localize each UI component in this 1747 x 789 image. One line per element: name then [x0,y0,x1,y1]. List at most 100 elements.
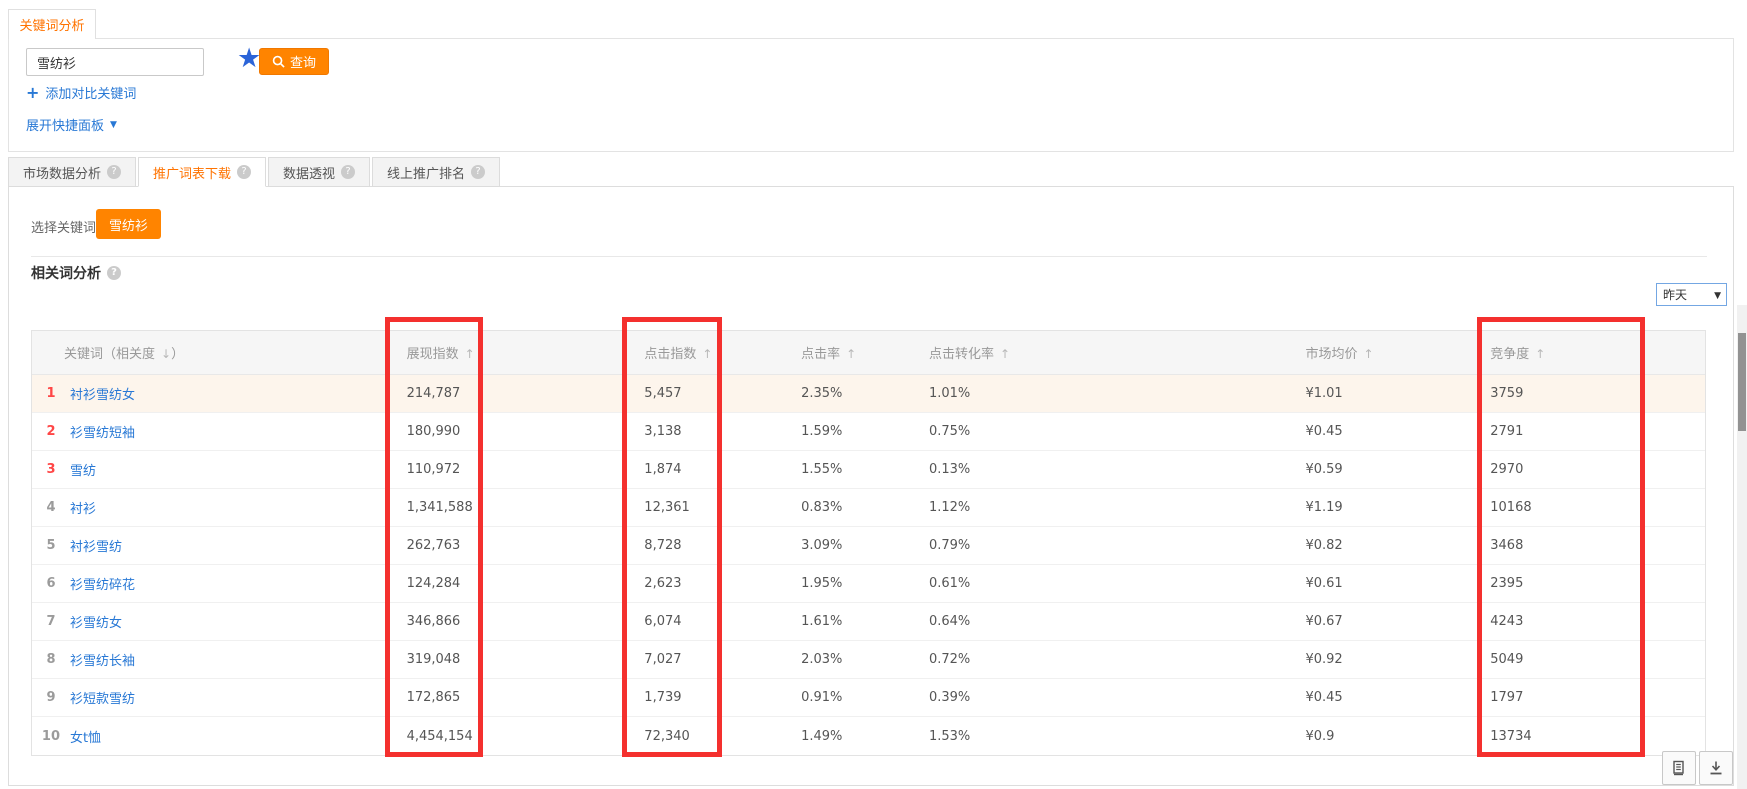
scrollbar-thumb[interactable] [1738,333,1746,431]
query-button-label: 查询 [290,52,316,71]
clicks-value: 6,074 [614,614,791,629]
download-button[interactable] [1699,751,1733,785]
clicks-value: 72,340 [614,729,791,744]
col-label: 点击转化率 [929,347,994,362]
cvr-value: 0.72% [918,652,1296,667]
keyword-col-suffix: ） [171,347,184,362]
keyword-col-label: 关键词（相关度 [64,347,155,362]
competition-value: 2970 [1480,462,1705,477]
keyword-link[interactable]: 衫雪纺碎花 [70,574,377,593]
ctr-value: 2.03% [791,652,918,667]
related-words-title-text: 相关词分析 [31,263,101,283]
favorite-star-icon[interactable]: ★ [237,43,261,75]
col-label: 点击指数 [644,347,696,362]
keyword-link[interactable]: 女t恤 [70,727,377,746]
keyword-input[interactable] [26,48,204,76]
search-panel: ★ 查询 + 添加对比关键词 展开快捷面板 ▼ [8,38,1734,152]
copy-table-button[interactable] [1662,751,1696,785]
clicks-value: 5,457 [614,386,791,401]
tab-promo-word-download[interactable]: 推广词表下载 ? [138,157,266,187]
add-compare-keyword-link[interactable]: + 添加对比关键词 [26,83,136,102]
clicks-value: 12,361 [614,500,791,515]
tab-keyword-analysis[interactable]: 关键词分析 [8,9,96,39]
table-row: 4 衬衫 1,341,588 12,361 0.83% 1.12% ¥1.19 … [32,489,1705,527]
keyword-link[interactable]: 衫短款雪纺 [70,688,377,707]
keyword-link[interactable]: 衬衫 [70,498,377,517]
keyword-link[interactable]: 雪纺 [70,460,377,479]
clicks-value: 7,027 [614,652,791,667]
sort-asc-icon: ↑ [702,347,712,361]
help-icon[interactable]: ? [341,165,355,179]
sort-desc-icon: ↓ [161,347,171,361]
col-label: 竞争度 [1490,347,1529,362]
promo-word-panel: 选择关键词： 雪纺衫 相关词分析 ? 昨天 ▼ 关键词（相关度↓） 展现指数↑ … [8,186,1734,786]
tab-label: 推广词表下载 [153,163,231,182]
search-icon [272,55,285,68]
selected-keyword-button[interactable]: 雪纺衫 [96,209,161,239]
keyword-link[interactable]: 衫雪纺长袖 [70,650,377,669]
price-value: ¥0.92 [1295,652,1480,667]
row-rank: 10 [32,729,70,744]
impression-value: 1,341,588 [377,500,615,515]
column-header-cvr[interactable]: 点击转化率↑ [918,343,1296,362]
price-value: ¥0.45 [1295,690,1480,705]
competition-value: 5049 [1480,652,1705,667]
clicks-value: 2,623 [614,576,791,591]
col-label: 展现指数 [407,347,459,362]
keyword-analysis-page: 关键词分析 ★ 查询 + 添加对比关键词 展开快捷面板 ▼ 市场数据分析 ? 推… [0,0,1747,789]
col-label: 市场均价 [1306,347,1358,362]
table-actions [1662,751,1733,785]
impression-value: 4,454,154 [377,729,615,744]
vertical-scrollbar[interactable] [1737,305,1747,789]
price-value: ¥1.01 [1295,386,1480,401]
keyword-link[interactable]: 衫雪纺短袖 [70,422,377,441]
competition-value: 4243 [1480,614,1705,629]
cvr-value: 1.12% [918,500,1296,515]
copy-icon [1671,760,1687,776]
tab-online-promo-rank[interactable]: 线上推广排名 ? [372,157,500,187]
col-label: 点击率 [801,347,840,362]
ctr-value: 2.35% [791,386,918,401]
tab-data-pivot[interactable]: 数据透视 ? [268,157,370,187]
price-value: ¥0.45 [1295,424,1480,439]
row-rank: 1 [32,386,70,401]
column-header-price[interactable]: 市场均价↑ [1296,343,1481,362]
clicks-value: 1,739 [614,690,791,705]
table-row: 1 衬衫雪纺女 214,787 5,457 2.35% 1.01% ¥1.01 … [32,375,1705,413]
impression-value: 346,866 [377,614,615,629]
ctr-value: 0.83% [791,500,918,515]
competition-value: 2791 [1480,424,1705,439]
tab-market-data[interactable]: 市场数据分析 ? [8,157,136,187]
sort-asc-icon: ↑ [465,347,475,361]
help-icon[interactable]: ? [107,266,121,280]
row-rank: 6 [32,576,70,591]
keyword-link[interactable]: 衫雪纺女 [70,612,377,631]
ctr-value: 1.59% [791,424,918,439]
competition-value: 3468 [1480,538,1705,553]
keyword-link[interactable]: 衬衫雪纺 [70,536,377,555]
analysis-tabs: 市场数据分析 ? 推广词表下载 ? 数据透视 ? 线上推广排名 ? [8,157,502,187]
ctr-value: 1.55% [791,462,918,477]
help-icon[interactable]: ? [107,165,121,179]
price-value: ¥0.61 [1295,576,1480,591]
impression-value: 262,763 [377,538,615,553]
keyword-link[interactable]: 衬衫雪纺女 [70,384,377,403]
date-range-select[interactable]: 昨天 ▼ [1656,283,1727,306]
column-header-ctr[interactable]: 点击率↑ [791,343,918,362]
column-header-competition[interactable]: 竞争度↑ [1480,343,1705,362]
query-button[interactable]: 查询 [259,48,329,75]
expand-quick-panel-link[interactable]: 展开快捷面板 ▼ [26,115,117,134]
ctr-value: 3.09% [791,538,918,553]
plus-icon: + [26,83,39,102]
expand-panel-label: 展开快捷面板 [26,115,104,134]
column-header-impression[interactable]: 展现指数 ↑ [377,343,615,362]
column-header-keyword[interactable]: 关键词（相关度 ↓） [32,343,377,362]
table-row: 5 衬衫雪纺 262,763 8,728 3.09% 0.79% ¥0.82 3… [32,527,1705,565]
help-icon[interactable]: ? [471,165,485,179]
tab-label: 市场数据分析 [23,163,101,182]
cvr-value: 1.01% [918,386,1296,401]
row-rank: 9 [32,690,70,705]
ctr-value: 1.49% [791,729,918,744]
help-icon[interactable]: ? [237,165,251,179]
column-header-clicks[interactable]: 点击指数 ↑ [614,343,791,362]
